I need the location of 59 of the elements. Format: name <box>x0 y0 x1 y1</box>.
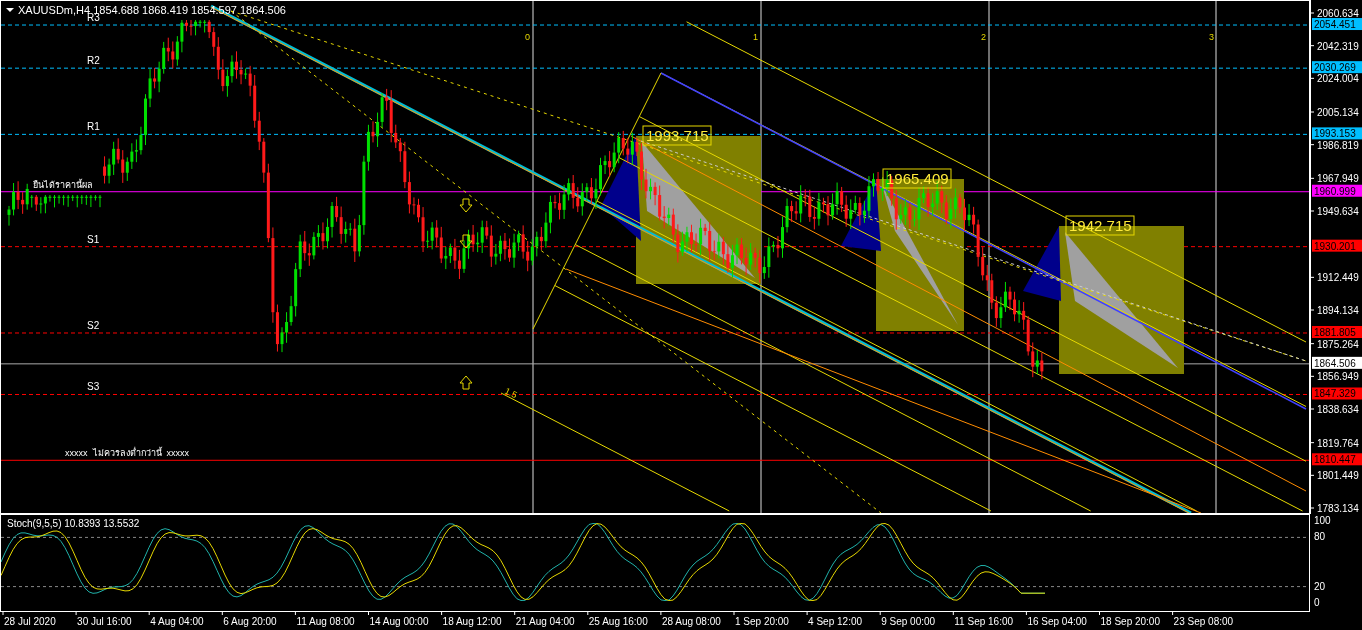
time-label: 1 Sep 20:00 <box>735 616 789 627</box>
price-tick-label: 1894.134 <box>1317 305 1359 316</box>
time-label: 6 Aug 20:00 <box>223 616 277 627</box>
time-label: 28 Jul 2020 <box>4 616 56 627</box>
chart-note: xxxxx ไม่ควรลงต่ำกว่านี้ xxxxx <box>65 448 189 459</box>
time-label: 16 Sep 04:00 <box>1027 616 1087 627</box>
time-label: 25 Aug 16:00 <box>588 616 648 627</box>
time-label: 23 Sep 08:00 <box>1173 616 1234 627</box>
time-label: 11 Aug 08:00 <box>296 616 355 627</box>
fib-time-label: 2 <box>981 32 986 42</box>
price-tick-label: 1856.949 <box>1317 371 1359 383</box>
price-tag: 2030.269 <box>1312 61 1362 74</box>
price-tag: 1960.999 <box>1312 184 1362 197</box>
time-label: 30 Jul 16:00 <box>77 616 132 627</box>
time-label: 9 Sep 00:00 <box>881 616 936 627</box>
price-tag: 1847.329 <box>1312 387 1362 400</box>
time-label: 4 Aug 04:00 <box>150 616 204 627</box>
price-tick-label: 1875.264 <box>1317 338 1359 350</box>
price-tick-label: 1986.819 <box>1317 139 1359 151</box>
stochastic-tick-label: 100 <box>1314 515 1331 526</box>
price-tick-label: 1783.134 <box>1317 503 1359 514</box>
price-tag: 1864.506 <box>1312 356 1362 369</box>
time-label: 18 Aug 12:00 <box>442 616 502 627</box>
fib-time-label: 0 <box>525 32 530 42</box>
time-label: 28 Aug 08:00 <box>661 616 721 627</box>
zone-price-label: 1965.409 <box>882 168 952 189</box>
pivot-label: R2 <box>87 55 100 67</box>
price-tick-label: 2042.319 <box>1317 40 1359 52</box>
stochastic-tick-label: 80 <box>1314 531 1326 543</box>
price-tick-label: 2024.004 <box>1317 73 1359 85</box>
stochastic-tick-label: 20 <box>1314 580 1326 592</box>
price-tick-label: 1801.449 <box>1317 470 1359 482</box>
price-tag: 1930.201 <box>1312 239 1362 252</box>
time-label: 18 Sep 20:00 <box>1100 616 1160 627</box>
price-tick-label: 2060.634 <box>1317 8 1359 19</box>
price-tag: 1993.153 <box>1312 127 1362 140</box>
fib-time-label: 1 <box>753 32 758 42</box>
fib-level-label: 1.5 <box>503 385 519 401</box>
price-tick-label: 1819.764 <box>1317 437 1359 449</box>
price-tick-label: 1912.449 <box>1317 272 1359 284</box>
price-tag: 1810.447 <box>1312 453 1362 466</box>
time-label: 4 Sep 12:00 <box>808 616 863 627</box>
chart-note: ยืนได้ราคานี้ผล <box>33 179 93 190</box>
price-tag: 1881.805 <box>1312 326 1362 338</box>
stochastic-title: Stoch(9,5,5) 10.8393 13.5532 <box>7 518 140 529</box>
time-label: 14 Aug 00:00 <box>369 616 429 627</box>
time-label: 11 Sep 16:00 <box>954 616 1014 627</box>
time-label: 21 Aug 04:00 <box>515 616 575 627</box>
fib-time-label: 3 <box>1209 32 1214 42</box>
price-tick-label: 1838.634 <box>1317 404 1359 415</box>
pivot-label: S1 <box>87 233 100 245</box>
price-tick-label: 1967.949 <box>1317 173 1359 185</box>
pivot-label: S2 <box>87 320 100 331</box>
stochastic-tick-label: 0 <box>1314 597 1320 608</box>
pivot-label: R1 <box>87 121 100 133</box>
price-tick-label: 2005.134 <box>1317 107 1359 118</box>
price-tick-label: 1949.634 <box>1317 206 1359 217</box>
price-tag: 2054.451 <box>1312 18 1362 31</box>
pivot-label: S3 <box>87 381 100 393</box>
